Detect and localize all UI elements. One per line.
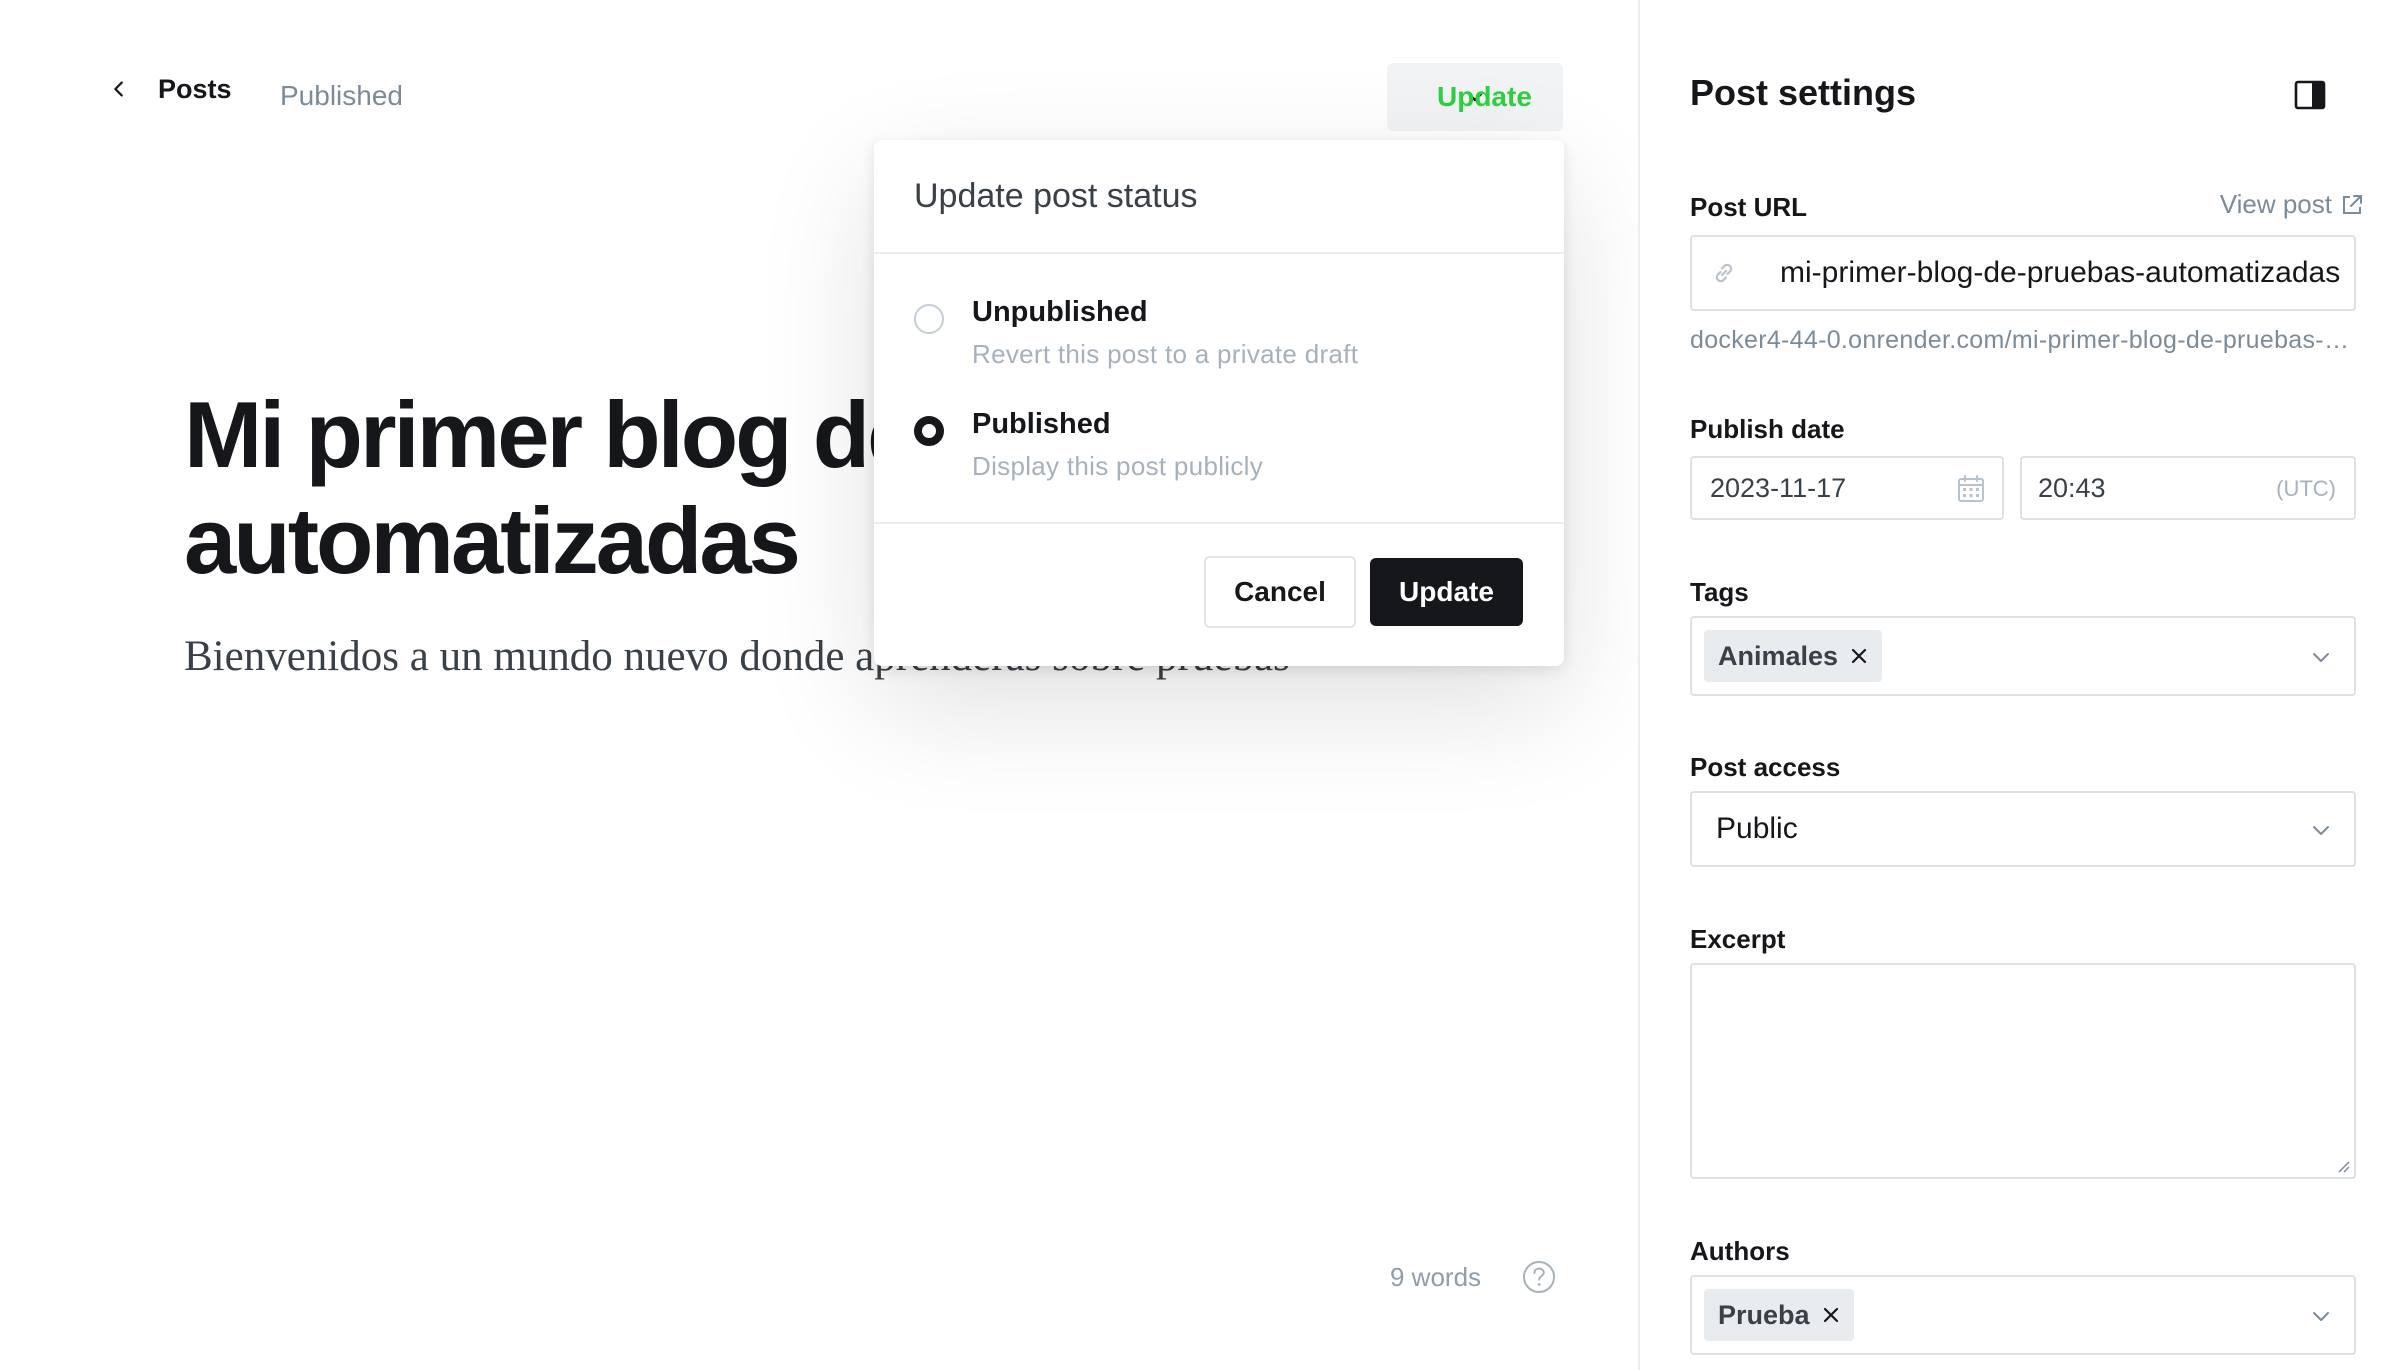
chevron-down-icon [2313, 653, 2329, 662]
status-option-published[interactable]: Published Display this post publicly [914, 408, 1263, 482]
close-icon[interactable] [1822, 1306, 1840, 1324]
help-icon[interactable] [1522, 1260, 1556, 1294]
authors-select[interactable]: Prueba [1690, 1275, 2356, 1355]
external-link-icon [2343, 194, 2362, 214]
status-option-unpublished[interactable]: Unpublished Revert this post to a privat… [914, 296, 1358, 370]
option-description: Display this post publicly [972, 451, 1264, 481]
author-name: Prueba [1718, 1299, 1810, 1330]
tags-select[interactable]: Animales [1690, 616, 2356, 696]
post-access-value: Public [1716, 812, 1798, 845]
unpublished-radio[interactable] [914, 304, 944, 334]
post-url-label: Post URL [1690, 192, 1807, 222]
post-url-value: mi-primer-blog-de-pruebas-automatizadas [1780, 256, 2341, 289]
popover-footer: Cancel Update [874, 522, 1564, 666]
publish-date-input[interactable]: 2023-11-17 [1690, 456, 2004, 520]
chevron-down-icon [2313, 1312, 2329, 1321]
timezone-label: (UTC) [2276, 476, 2336, 501]
excerpt-textarea[interactable] [1690, 963, 2356, 1179]
option-description: Revert this post to a private draft [972, 339, 1359, 369]
back-to-posts-link[interactable]: Posts [108, 74, 232, 104]
publish-date-value: 2023-11-17 [1710, 472, 1847, 503]
tag-chip: Animales [1704, 630, 1883, 682]
author-chip: Prueba [1704, 1289, 1854, 1341]
post-settings-sidebar: Post settings Post URL View post mi-prim… [1638, 0, 2400, 1370]
close-icon[interactable] [1850, 647, 1868, 665]
excerpt-label: Excerpt [1690, 924, 1786, 954]
post-url-full: docker4-44-0.onrender.com/mi-primer-blog… [1690, 326, 2356, 354]
publish-time-input[interactable]: 20:43 (UTC) [2020, 456, 2356, 520]
sidebar-toggle-icon[interactable] [2294, 80, 2326, 110]
update-status-popover: Update post status Unpublished Revert th… [874, 140, 1564, 666]
popover-heading: Update post status [914, 176, 1198, 215]
popover-header: Update post status [874, 140, 1564, 254]
cancel-button[interactable]: Cancel [1204, 556, 1356, 628]
publish-time-value: 20:43 [2038, 472, 2106, 503]
view-post-label: View post [2219, 189, 2332, 219]
update-button[interactable]: Update [1370, 558, 1523, 626]
post-status-text: Published [280, 80, 403, 111]
post-url-input[interactable]: mi-primer-blog-de-pruebas-automatizadas [1690, 235, 2356, 311]
word-count: 9 words [1390, 1262, 1482, 1292]
view-post-link[interactable]: View post [2220, 189, 2364, 220]
option-name: Unpublished [972, 296, 1148, 328]
sidebar-title: Post settings [1690, 72, 1917, 113]
calendar-icon[interactable] [1956, 474, 1986, 504]
tags-label: Tags [1690, 577, 1749, 607]
authors-label: Authors [1690, 1236, 1790, 1266]
published-radio[interactable] [914, 416, 944, 446]
post-access-select[interactable]: Public [1690, 791, 2356, 867]
post-editor: Posts Published Update Mi primer blog de… [0, 0, 1638, 1370]
link-icon [1715, 263, 1733, 283]
back-link-label: Posts [158, 73, 232, 104]
chevron-down-icon [2313, 826, 2329, 835]
resize-grip-icon[interactable] [2336, 1159, 2350, 1173]
chevron-left-icon [114, 81, 123, 97]
update-menu-button[interactable]: Update [1387, 63, 1563, 131]
post-access-label: Post access [1690, 752, 1841, 782]
option-name: Published [972, 408, 1111, 440]
publish-date-label: Publish date [1690, 414, 1845, 444]
update-menu-label: Update [1437, 81, 1532, 112]
tag-name: Animales [1718, 640, 1839, 671]
